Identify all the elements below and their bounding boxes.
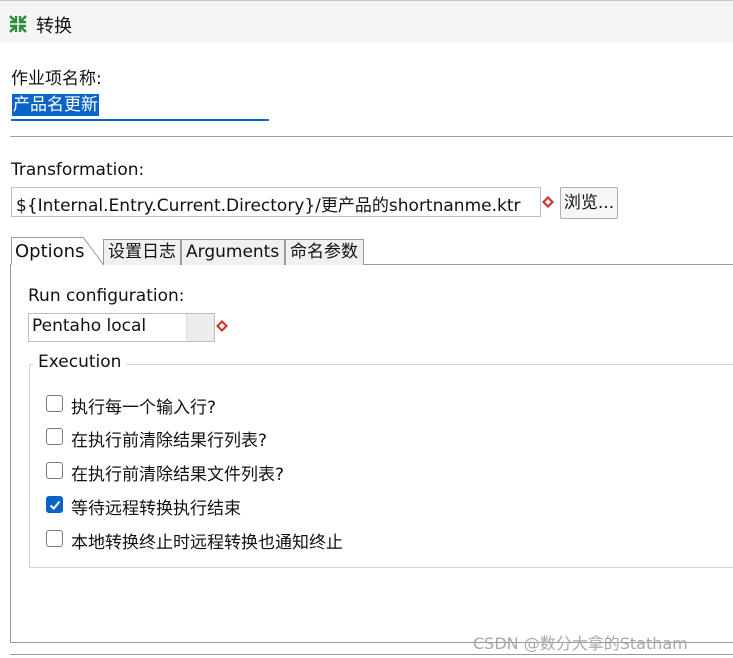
transformation-path-input[interactable]: ${Internal.Entry.Current.Directory}/更产品的… (11, 187, 541, 217)
tab-logging-label: 设置日志 (108, 242, 176, 262)
divider (10, 136, 733, 137)
run-config-select[interactable]: Pentaho local (28, 313, 215, 342)
window-titlebar: 转换 (0, 0, 733, 42)
checkbox[interactable] (46, 395, 63, 412)
tab-named-parameters[interactable]: 命名参数 (285, 239, 364, 265)
checkbox-label: 执行每一个输入行? (71, 398, 217, 418)
run-config-label: Run configuration: (28, 286, 185, 306)
checkmark-icon (49, 500, 61, 510)
watermark: CSDN @数分大拿的Statham (473, 634, 688, 653)
checkbox-label: 等待远程转换执行结束 (71, 499, 241, 519)
tab-named-parameters-label: 命名参数 (290, 242, 358, 262)
checkbox-label: 本地转换终止时远程转换也通知终止 (71, 533, 343, 553)
checkbox-label: 在执行前清除结果行列表? (71, 431, 268, 451)
tab-arguments[interactable]: Arguments (181, 239, 285, 265)
checkbox[interactable] (46, 428, 63, 445)
checkbox-label: 在执行前清除结果文件列表? (71, 465, 285, 485)
tab-logging[interactable]: 设置日志 (103, 239, 181, 265)
transformation-label: Transformation: (11, 160, 145, 180)
divider (10, 654, 733, 655)
tab-arguments-label: Arguments (186, 242, 280, 262)
job-name-value[interactable]: 产品名更新 (12, 94, 99, 116)
checkbox-checked[interactable] (46, 496, 63, 513)
window-title: 转换 (36, 16, 72, 37)
execution-group-title: Execution (33, 352, 127, 372)
job-name-label: 作业项名称: (11, 69, 102, 89)
tab-options-edge (83, 237, 104, 265)
browse-button[interactable]: 浏览... (560, 187, 618, 219)
run-config-dropdown-button[interactable] (186, 314, 214, 341)
job-name-input[interactable]: 产品名更新 (11, 91, 269, 121)
checkbox[interactable] (46, 462, 63, 479)
tab-options-label: Options (15, 241, 85, 262)
variable-diamond-icon (542, 196, 554, 208)
run-config-value: Pentaho local (32, 316, 147, 336)
variable-diamond-icon (216, 320, 228, 332)
checkbox[interactable] (46, 530, 63, 547)
transformation-icon (9, 15, 27, 33)
